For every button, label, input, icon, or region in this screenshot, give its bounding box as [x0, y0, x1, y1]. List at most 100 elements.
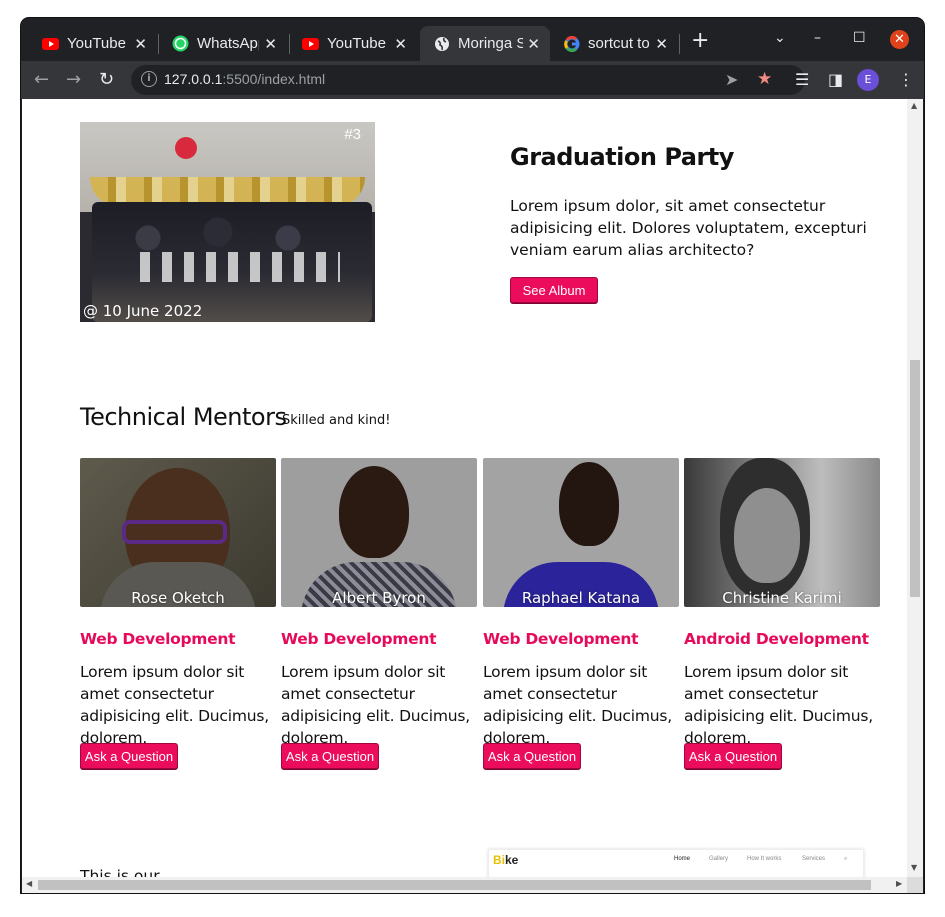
mentor-description: Lorem ipsum dolor sit amet consectetur a…	[684, 663, 873, 747]
tab-google[interactable]: sortcut to ✕	[550, 26, 678, 61]
tab-title: sortcut to	[588, 35, 650, 52]
profile-avatar[interactable]: E	[857, 69, 879, 91]
maximize-icon[interactable]: ☐	[853, 30, 866, 46]
mentor-name: Rose Oketch	[131, 589, 225, 607]
mentor-face	[734, 488, 800, 583]
mentor-photo: Rose Oketch	[80, 458, 276, 607]
tab-title: YouTube	[327, 35, 386, 52]
mentor-description: Lorem ipsum dolor sit amet consectetur a…	[483, 663, 672, 747]
browser-toolbar: ← → ↻ i 127.0.0.1:5500/index.html ➤ ★ ☰ …	[21, 61, 924, 99]
reading-list-icon[interactable]: ☰	[795, 70, 809, 89]
see-album-button[interactable]: See Album	[510, 277, 598, 303]
preview-nav-item: Services	[802, 856, 826, 862]
back-icon[interactable]: ←	[34, 69, 49, 90]
bookmark-star-icon[interactable]: ★	[757, 69, 772, 89]
photo-balloon	[175, 137, 197, 159]
scrollbar-corner	[907, 877, 923, 893]
preview-nav-item: Gallery	[709, 856, 729, 862]
mentors-title: Technical Mentors	[80, 403, 287, 431]
album-photo: #3 @ 10 June 2022	[80, 122, 375, 322]
menu-kebab-icon[interactable]: ⋮	[898, 70, 914, 89]
mentor-photo: Raphael Katana	[483, 458, 679, 607]
photo-certificates	[140, 252, 340, 282]
tab-title: YouTube	[67, 35, 126, 52]
mentor-name: Christine Karimi	[722, 589, 842, 607]
mentor-photo: Albert Byron	[281, 458, 477, 607]
preview-search-icon: ⌕	[844, 856, 848, 862]
forward-icon[interactable]: →	[66, 69, 81, 90]
bike-logo-rest: ke	[505, 853, 519, 867]
new-tab-icon[interactable]: +	[691, 30, 709, 52]
mentor-description: Lorem ipsum dolor sit amet consectetur a…	[281, 663, 470, 747]
mentor-card: Christine Karimi Android Development Lor…	[684, 458, 882, 769]
mentor-card: Albert Byron Web Development Lorem ipsum…	[281, 458, 479, 769]
send-icon[interactable]: ➤	[725, 70, 738, 89]
close-tab-icon[interactable]: ✕	[134, 35, 147, 53]
mentor-face	[559, 462, 619, 546]
mentor-role: Web Development	[281, 630, 437, 648]
tab-youtube-1[interactable]: YouTube ✕	[29, 26, 157, 61]
mentors-subtitle: Skilled and kind!	[282, 413, 391, 428]
scroll-right-icon[interactable]: ▶	[896, 879, 902, 888]
album-description: Lorem ipsum dolor, sit amet consectetur …	[510, 197, 867, 259]
globe-icon	[433, 35, 450, 52]
tab-whatsapp[interactable]: WhatsApp ✕	[159, 26, 287, 61]
close-tab-icon[interactable]: ✕	[527, 35, 540, 53]
mentor-card: Raphael Katana Web Development Lorem ips…	[483, 458, 681, 769]
mentor-name: Albert Byron	[332, 589, 426, 607]
vertical-scrollbar[interactable]: ▲ ▼	[907, 99, 923, 877]
close-window-icon[interactable]: ✕	[890, 30, 909, 49]
tab-title: WhatsApp	[197, 35, 259, 52]
mentor-photo: Christine Karimi	[684, 458, 880, 607]
horizontal-scrollbar[interactable]: ◀ ▶	[22, 877, 907, 893]
bike-logo: Bike	[493, 853, 518, 867]
mentor-name: Raphael Katana	[521, 589, 641, 607]
tab-title: Moringa S	[458, 35, 523, 52]
side-panel-icon[interactable]: ◨	[828, 70, 843, 89]
ask-question-button[interactable]: Ask a Question	[684, 743, 782, 769]
url-text[interactable]: 127.0.0.1:5500/index.html	[164, 71, 325, 87]
tab-youtube-2[interactable]: YouTube ✕	[289, 26, 417, 61]
ask-question-button[interactable]: Ask a Question	[281, 743, 379, 769]
horizontal-scroll-thumb[interactable]	[38, 880, 871, 890]
preview-nav-item: Home	[674, 856, 691, 862]
ask-question-button[interactable]: Ask a Question	[483, 743, 581, 769]
whatsapp-icon	[172, 35, 189, 52]
page-content: #3 @ 10 June 2022 Graduation Party Lorem…	[22, 99, 907, 877]
glasses-shape	[122, 520, 227, 544]
bike-site-preview: Bike Home Gallery How It works Services …	[488, 849, 864, 877]
mentor-card: Rose Oketch Web Development Lorem ipsum …	[80, 458, 278, 769]
url-path: :5500/index.html	[222, 71, 326, 87]
minimize-icon[interactable]: –	[814, 30, 821, 46]
mentor-role: Android Development	[684, 630, 869, 648]
tab-moringa[interactable]: Moringa S ✕	[420, 26, 550, 61]
mentor-role: Web Development	[483, 630, 639, 648]
tab-search-icon[interactable]: ⌄	[774, 30, 786, 46]
album-date: @ 10 June 2022	[83, 302, 203, 320]
close-tab-icon[interactable]: ✕	[394, 35, 407, 53]
section-intro-text: This is our	[80, 867, 160, 877]
youtube-icon	[302, 35, 319, 52]
reload-icon[interactable]: ↻	[99, 69, 114, 90]
close-tab-icon[interactable]: ✕	[264, 35, 277, 53]
tab-divider	[679, 34, 680, 54]
address-bar[interactable]: i 127.0.0.1:5500/index.html ➤ ★	[131, 65, 805, 95]
scroll-up-icon[interactable]: ▲	[911, 101, 917, 110]
album-number: #3	[344, 126, 361, 143]
preview-nav-item: How It works	[747, 856, 782, 862]
bike-logo-accent: Bi	[493, 853, 505, 867]
page-viewport: #3 @ 10 June 2022 Graduation Party Lorem…	[22, 99, 923, 893]
mentor-role: Web Development	[80, 630, 236, 648]
browser-window: YouTube ✕ WhatsApp ✕ YouTube ✕ Moringa S…	[21, 18, 924, 893]
scroll-left-icon[interactable]: ◀	[26, 879, 32, 888]
ask-question-button[interactable]: Ask a Question	[80, 743, 178, 769]
close-tab-icon[interactable]: ✕	[655, 35, 668, 53]
mentor-face	[339, 466, 409, 558]
tab-strip: YouTube ✕ WhatsApp ✕ YouTube ✕ Moringa S…	[21, 18, 924, 61]
mentor-description: Lorem ipsum dolor sit amet consectetur a…	[80, 663, 269, 747]
site-info-icon[interactable]: i	[141, 71, 157, 87]
vertical-scroll-thumb[interactable]	[910, 360, 920, 597]
scroll-down-icon[interactable]: ▼	[911, 863, 917, 872]
youtube-icon	[42, 35, 59, 52]
google-icon	[563, 35, 580, 52]
